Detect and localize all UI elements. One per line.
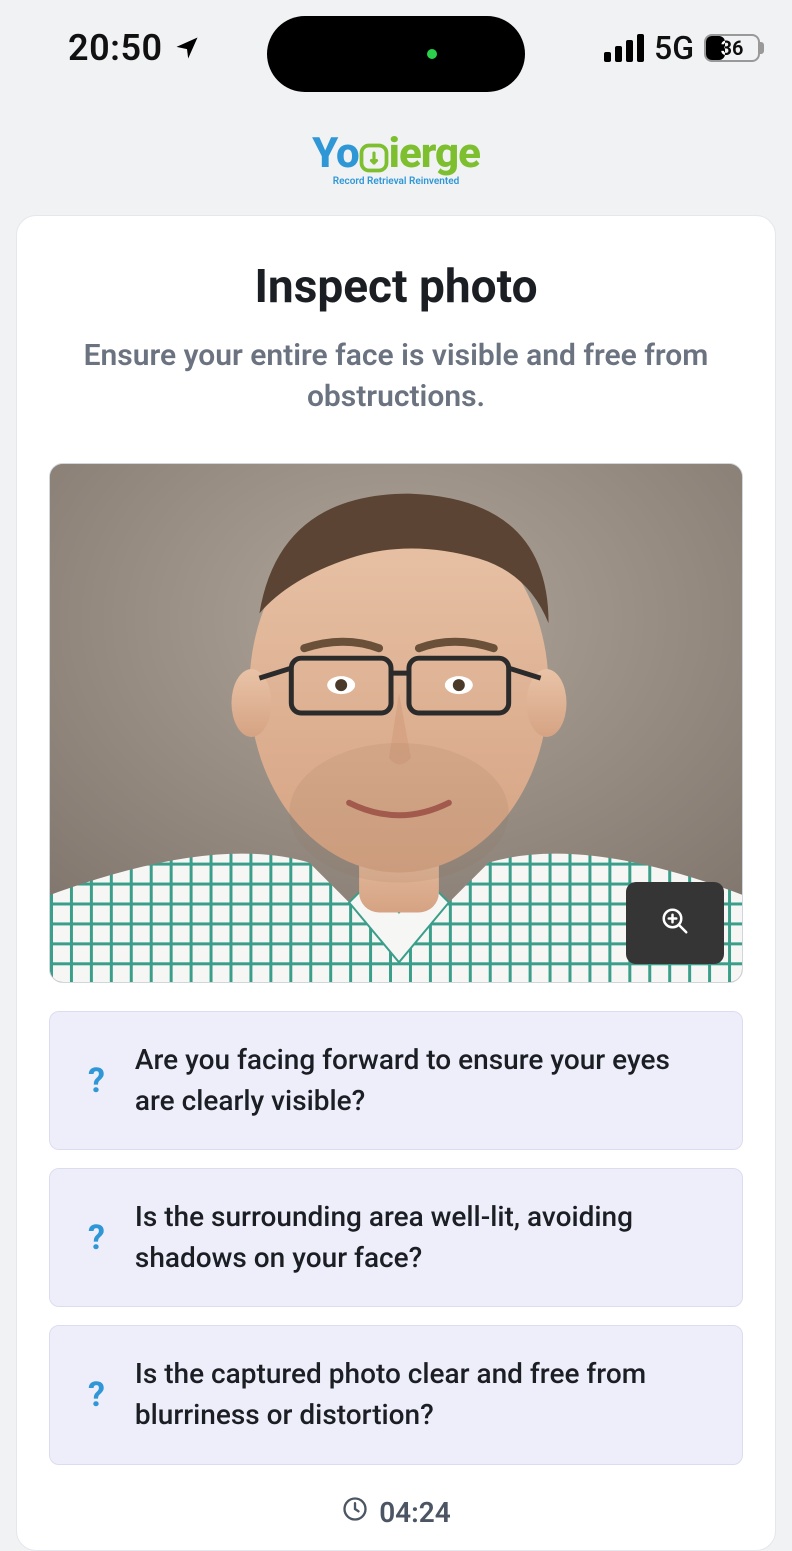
status-time-group: 20:50: [68, 27, 201, 69]
status-time: 20:50: [68, 27, 163, 69]
timer-row: 04:24: [49, 1495, 743, 1530]
dynamic-island: [267, 16, 525, 92]
captured-photo: [49, 463, 743, 983]
question-text: Is the surrounding area well-lit, avoidi…: [135, 1197, 716, 1278]
brand-logo: Yoierge Record Retrieval Reinvented: [312, 133, 480, 187]
inspect-card: Inspect photo Ensure your entire face is…: [16, 215, 776, 1551]
logo-part-yo: Yo: [312, 129, 359, 178]
network-label: 5G: [654, 29, 694, 67]
logo-tagline: Record Retrieval Reinvented: [312, 177, 480, 187]
question-item: ? Is the captured photo clear and free f…: [49, 1325, 743, 1464]
zoom-in-icon: [660, 906, 690, 940]
status-right-group: 5G 36: [604, 29, 760, 67]
battery-icon: 36: [704, 34, 760, 62]
status-bar: 20:50 5G 36: [0, 0, 792, 95]
page-title: Inspect photo: [49, 260, 743, 314]
page-subtitle: Ensure your entire face is visible and f…: [49, 336, 743, 417]
question-mark-icon: ?: [88, 1375, 105, 1415]
signal-icon: [604, 34, 644, 62]
timer-value: 04:24: [379, 1496, 451, 1529]
question-list: ? Are you facing forward to ensure your …: [49, 1011, 743, 1465]
question-item: ? Are you facing forward to ensure your …: [49, 1011, 743, 1150]
question-text: Is the captured photo clear and free fro…: [135, 1354, 716, 1435]
camera-active-dot-icon: [427, 49, 437, 59]
question-item: ? Is the surrounding area well-lit, avoi…: [49, 1168, 743, 1307]
zoom-in-button[interactable]: [626, 882, 724, 964]
logo-c-icon: [359, 133, 389, 175]
battery-percent: 36: [706, 36, 758, 60]
location-icon: [173, 34, 201, 62]
question-mark-icon: ?: [88, 1218, 105, 1258]
question-text: Are you facing forward to ensure your ey…: [135, 1040, 716, 1121]
clock-icon: [341, 1495, 369, 1530]
question-mark-icon: ?: [88, 1061, 105, 1101]
logo-part-ierge: ierge: [389, 129, 480, 178]
logo-row: Yoierge Record Retrieval Reinvented: [0, 95, 792, 215]
